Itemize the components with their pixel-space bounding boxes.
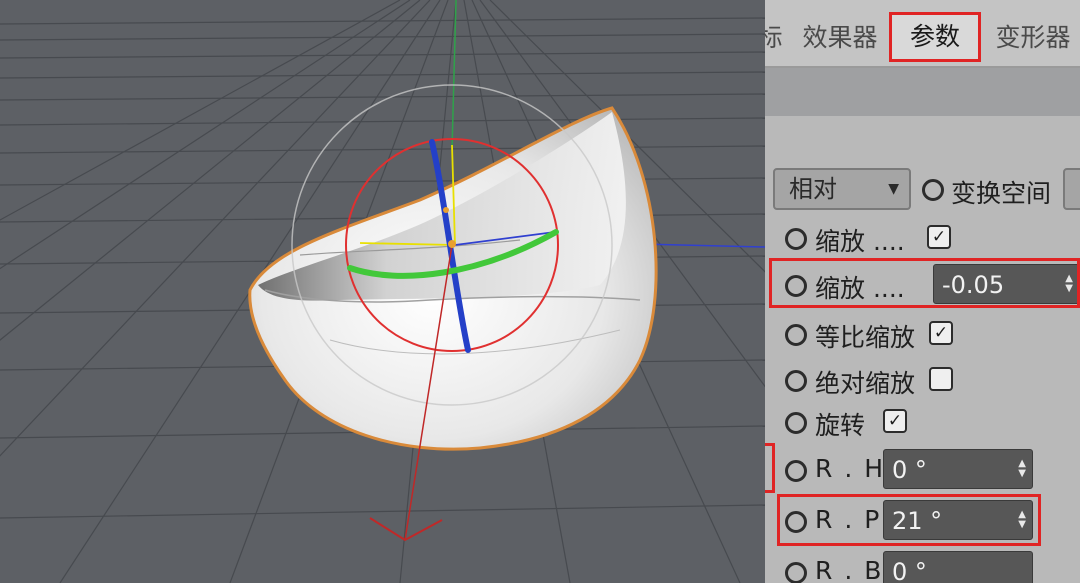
circle-icon[interactable]	[785, 562, 807, 583]
rp-row-highlight	[777, 494, 1041, 546]
rb-value-field[interactable]: 0 °	[883, 551, 1033, 583]
tab-effectors[interactable]: 效果器	[795, 14, 885, 62]
uniform-scale-label: 等比缩放	[815, 323, 916, 352]
attribute-panel: 标 效果器 参数 变形器 相对 ▼ 变换空间 缩放 .... ✓ 缩放 ....…	[765, 0, 1080, 583]
scale-toggle-label: 缩放 ....	[815, 227, 905, 256]
checkbox-checked-icon[interactable]: ✓	[927, 225, 951, 249]
checkbox-checked-icon[interactable]: ✓	[883, 409, 907, 433]
rotation-label: 旋转	[815, 411, 866, 440]
tab-deformer[interactable]: 变形器	[987, 14, 1079, 62]
viewport-scene	[0, 0, 765, 583]
updown-arrows-icon[interactable]: ▲ ▼	[1018, 459, 1026, 479]
panel-header-bar	[765, 68, 1080, 116]
rh-label: R . H	[815, 454, 886, 483]
3d-viewport[interactable]	[0, 0, 765, 583]
space-mode-value: 相对	[789, 175, 837, 203]
circle-icon[interactable]	[785, 228, 807, 250]
rh-value-field[interactable]: 0 ° ▲ ▼	[883, 449, 1033, 489]
circle-icon[interactable]	[785, 324, 807, 346]
triangle-down-icon: ▼	[888, 181, 899, 197]
absolute-scale-label: 绝对缩放	[815, 369, 916, 398]
circle-icon[interactable]	[785, 370, 807, 392]
rh-value: 0 °	[892, 456, 927, 484]
checkbox-unchecked-icon[interactable]	[929, 367, 953, 391]
circle-icon[interactable]	[785, 460, 807, 482]
transform-space-label: 变换空间	[951, 179, 1052, 208]
tab-partial[interactable]: 标	[765, 14, 787, 62]
partial-highlight	[765, 443, 775, 493]
transform-space-dropdown[interactable]	[1063, 168, 1080, 210]
rb-label: R . B	[815, 556, 884, 583]
checkbox-checked-icon[interactable]: ✓	[929, 321, 953, 345]
space-mode-dropdown[interactable]: 相对 ▼	[773, 168, 911, 210]
circle-icon[interactable]	[922, 179, 944, 201]
circle-icon[interactable]	[785, 412, 807, 434]
tab-bar: 标 效果器 参数 变形器	[765, 0, 1080, 68]
scale-row-highlight	[769, 258, 1080, 308]
rb-value: 0 °	[892, 558, 927, 583]
tab-parameters[interactable]: 参数	[889, 12, 981, 62]
